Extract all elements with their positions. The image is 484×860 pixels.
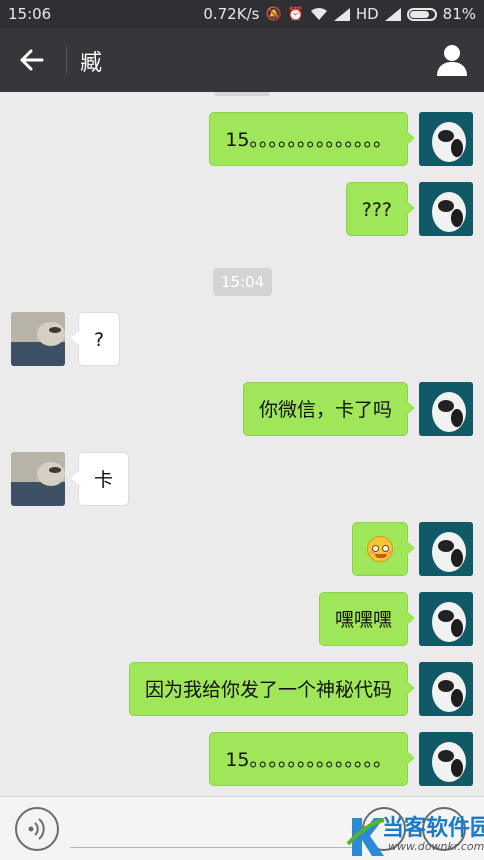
chat-header: 臧 [0, 28, 484, 92]
alarm-clock-icon: ⏰ [287, 6, 304, 22]
mute-bell-icon: 🔕 [265, 6, 282, 22]
my-avatar[interactable] [419, 522, 473, 576]
message-bubble-sent[interactable]: ??? [345, 182, 416, 236]
emoji-mouth [375, 553, 387, 558]
my-avatar[interactable] [419, 732, 473, 786]
avatar-person-image [11, 312, 65, 366]
battery-icon [406, 7, 437, 21]
voice-wave-icon [28, 818, 45, 840]
message-bubble-sent[interactable]: 15。。。。。。。。。。。。。。 [209, 112, 415, 166]
signal-icon [333, 7, 350, 21]
person-icon [437, 45, 467, 76]
avatar-dog-image [419, 732, 473, 786]
chat-title: 臧 [80, 51, 103, 76]
avatar-dog-image [419, 522, 473, 576]
signal-icon-2 [384, 7, 401, 21]
voice-input-button[interactable] [15, 807, 59, 851]
status-time: 15:06 [8, 5, 52, 23]
contact-avatar[interactable] [11, 312, 65, 366]
contact-profile-button[interactable] [434, 42, 470, 78]
avatar-dog-image [419, 182, 473, 236]
my-avatar[interactable] [419, 592, 473, 646]
my-avatar[interactable] [419, 112, 473, 166]
my-avatar[interactable] [419, 382, 473, 436]
avatar-person-image [11, 452, 65, 506]
back-button[interactable] [12, 40, 52, 80]
message-bubble-received[interactable]: 卡 [70, 452, 130, 506]
watermark-logo-icon [346, 818, 385, 856]
message-input-field[interactable] [70, 847, 360, 848]
network-speed: 0.72K/s [203, 5, 260, 23]
message-bubble-sent[interactable]: 因为我给你发了一个神秘代码 [128, 662, 416, 716]
contact-avatar[interactable] [11, 452, 65, 506]
wifi-icon [310, 7, 327, 20]
watermark-name: 当客软件园 [382, 816, 484, 841]
message-bubble-sent[interactable]: 你微信，卡了吗 [242, 382, 416, 436]
battery-fill [409, 10, 429, 18]
blushing-smile-emoji-icon [367, 535, 393, 562]
message-bubble-sent-emoji[interactable] [352, 522, 415, 576]
my-avatar[interactable] [419, 662, 473, 716]
avatar-dog-image [419, 592, 473, 646]
site-watermark: 当客软件园 www.downkr.com [346, 812, 484, 860]
message-bubble-received[interactable]: ? [70, 312, 121, 366]
message-list[interactable]: 15。。。。。。。。。。。。。。 ??? 15:04 ? 你微信，卡了吗 卡 嘿… [0, 92, 484, 796]
status-indicators: 0.72K/s 🔕 ⏰ HD 81% [203, 5, 476, 23]
network-type: HD [355, 5, 379, 23]
avatar-dog-image [419, 382, 473, 436]
avatar-dog-image [419, 662, 473, 716]
avatar-dog-image [419, 112, 473, 166]
timestamp-clipped [214, 92, 270, 96]
my-avatar[interactable] [419, 182, 473, 236]
back-arrow-icon [20, 49, 44, 71]
emoji-cheek-right [387, 550, 392, 554]
timestamp: 15:04 [213, 268, 273, 296]
battery-percent: 81% [442, 5, 476, 23]
header-divider [66, 46, 67, 74]
status-bar: 15:06 0.72K/s 🔕 ⏰ HD 81% [0, 0, 484, 28]
watermark-url: www.downkr.com [388, 840, 484, 853]
message-bubble-sent[interactable]: 嘿嘿嘿 [318, 592, 416, 646]
message-bubble-sent[interactable]: 15。。。。。。。。。。。。。。 [209, 732, 415, 786]
